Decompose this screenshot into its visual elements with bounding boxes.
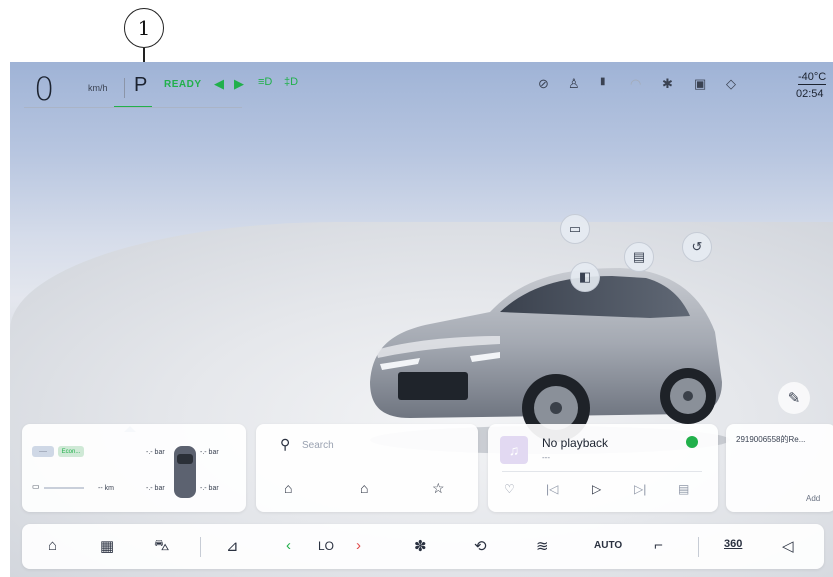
- tyre-rear-right: -.- bar: [200, 485, 219, 492]
- seat-icon[interactable]: ⊿: [226, 537, 239, 555]
- navigation-card[interactable]: ⚲ Search ⌂ ⌂ ☆: [256, 424, 478, 512]
- media-progress: [502, 471, 702, 472]
- temperature-down-icon[interactable]: ‹: [286, 537, 291, 554]
- bottom-dock: ⌂ ▦ ⛍ ⊿ ‹ LO › ✽ ⟲ ≋ AUTO ⌐ 360 ◁: [22, 524, 824, 569]
- gear-indicator: P: [134, 74, 148, 96]
- ready-indicator: READY: [164, 79, 202, 90]
- signal-icon: ▮: [600, 76, 606, 87]
- auto-climate-button[interactable]: AUTO: [594, 540, 622, 551]
- apps-grid-icon[interactable]: ▦: [100, 537, 114, 555]
- clock: 02:54: [796, 88, 824, 100]
- dock-divider: [698, 537, 699, 557]
- mode-pill: ----: [32, 446, 54, 457]
- low-beam-icon: ≡D: [258, 76, 273, 88]
- tyre-front-left: -.- bar: [146, 449, 165, 456]
- eco-pill: Econ...: [58, 446, 84, 457]
- next-track-icon[interactable]: ▷|: [634, 482, 646, 496]
- add-note-button[interactable]: Add: [806, 494, 820, 503]
- sunroof-hotspot[interactable]: ▭: [560, 214, 590, 244]
- temperature-up-icon[interactable]: ›: [356, 537, 361, 554]
- search-input[interactable]: Search: [302, 440, 334, 451]
- range-bar: [44, 487, 84, 489]
- recirculation-icon[interactable]: ⟲: [474, 537, 487, 555]
- track-artist: ---: [542, 453, 550, 462]
- search-icon[interactable]: ⚲: [280, 436, 290, 453]
- music-app-icon[interactable]: [686, 436, 698, 448]
- charge-port-hotspot[interactable]: ↺: [682, 232, 712, 262]
- screen-icon[interactable]: ▣: [694, 76, 706, 92]
- camera-360-button[interactable]: 360: [724, 538, 742, 550]
- tyre-front-right: -.- bar: [200, 449, 219, 456]
- temperature-setting: LO: [318, 539, 335, 553]
- status-underline: [24, 107, 242, 108]
- volume-icon[interactable]: ◁: [782, 537, 794, 555]
- track-title: No playback: [542, 436, 609, 450]
- speed-unit: km/h: [88, 83, 108, 93]
- camera-off-icon[interactable]: ⊘: [538, 76, 549, 92]
- wifi-icon[interactable]: ◠: [630, 76, 641, 92]
- album-art-icon: ♫: [500, 436, 528, 464]
- range-value: -- km: [98, 485, 114, 492]
- status-bar: 0 km/h P READY ◀ ▶ ≡D ‡D ⊘ ♙ ▮ ◠ ✱ ▣ ◇ -…: [10, 62, 833, 108]
- mini-car-icon: [174, 446, 196, 498]
- vehicle-icon[interactable]: ⛍: [154, 537, 169, 556]
- office-icon[interactable]: ⌂: [360, 480, 368, 496]
- mirror-hotspot[interactable]: ◧: [570, 262, 600, 292]
- callout-number: 1: [124, 8, 164, 48]
- left-turn-signal-icon: ◀: [214, 76, 224, 91]
- vehicle-screen: 0 km/h P READY ◀ ▶ ≡D ‡D ⊘ ♙ ▮ ◠ ✱ ▣ ◇ -…: [10, 62, 833, 577]
- battery-icon: ▭: [32, 482, 40, 491]
- window-hotspot[interactable]: ▤: [624, 242, 654, 272]
- home-icon[interactable]: ⌂: [48, 537, 57, 554]
- dock-divider: [200, 537, 201, 557]
- like-icon[interactable]: ♡: [504, 482, 515, 496]
- note-text: 2919006558的Re...: [736, 435, 806, 444]
- fog-light-icon: ‡D: [284, 76, 299, 88]
- callout-annotation: 1: [0, 0, 833, 76]
- speed-value: 0: [34, 70, 55, 108]
- home-icon[interactable]: ⌂: [284, 480, 292, 496]
- outside-temperature: -40°C: [798, 71, 827, 85]
- fan-icon[interactable]: ✽: [414, 537, 427, 555]
- edit-widgets-icon[interactable]: ✎: [778, 382, 810, 414]
- user-icon[interactable]: ♙: [568, 76, 580, 92]
- note-card[interactable]: 2919006558的Re... Add: [726, 424, 833, 512]
- tyre-pressure-card[interactable]: ---- Econ... -.- bar -.- bar -.- bar -.-…: [22, 424, 246, 512]
- favorite-icon[interactable]: ☆: [432, 480, 445, 497]
- right-turn-signal-icon: ▶: [234, 76, 244, 91]
- shield-icon[interactable]: ◇: [726, 76, 736, 92]
- rear-defrost-icon[interactable]: ≋: [536, 537, 549, 555]
- playlist-icon[interactable]: ▤: [678, 482, 689, 496]
- media-card[interactable]: ♫ No playback --- ♡ |◁ ▷ ▷| ▤: [488, 424, 718, 512]
- previous-track-icon[interactable]: |◁: [546, 482, 558, 496]
- play-icon[interactable]: ▷: [592, 482, 601, 496]
- seat-heating-icon[interactable]: ⌐: [654, 537, 663, 554]
- status-divider: [124, 78, 125, 98]
- tyre-rear-left: -.- bar: [146, 485, 165, 492]
- bluetooth-icon[interactable]: ✱: [662, 76, 673, 92]
